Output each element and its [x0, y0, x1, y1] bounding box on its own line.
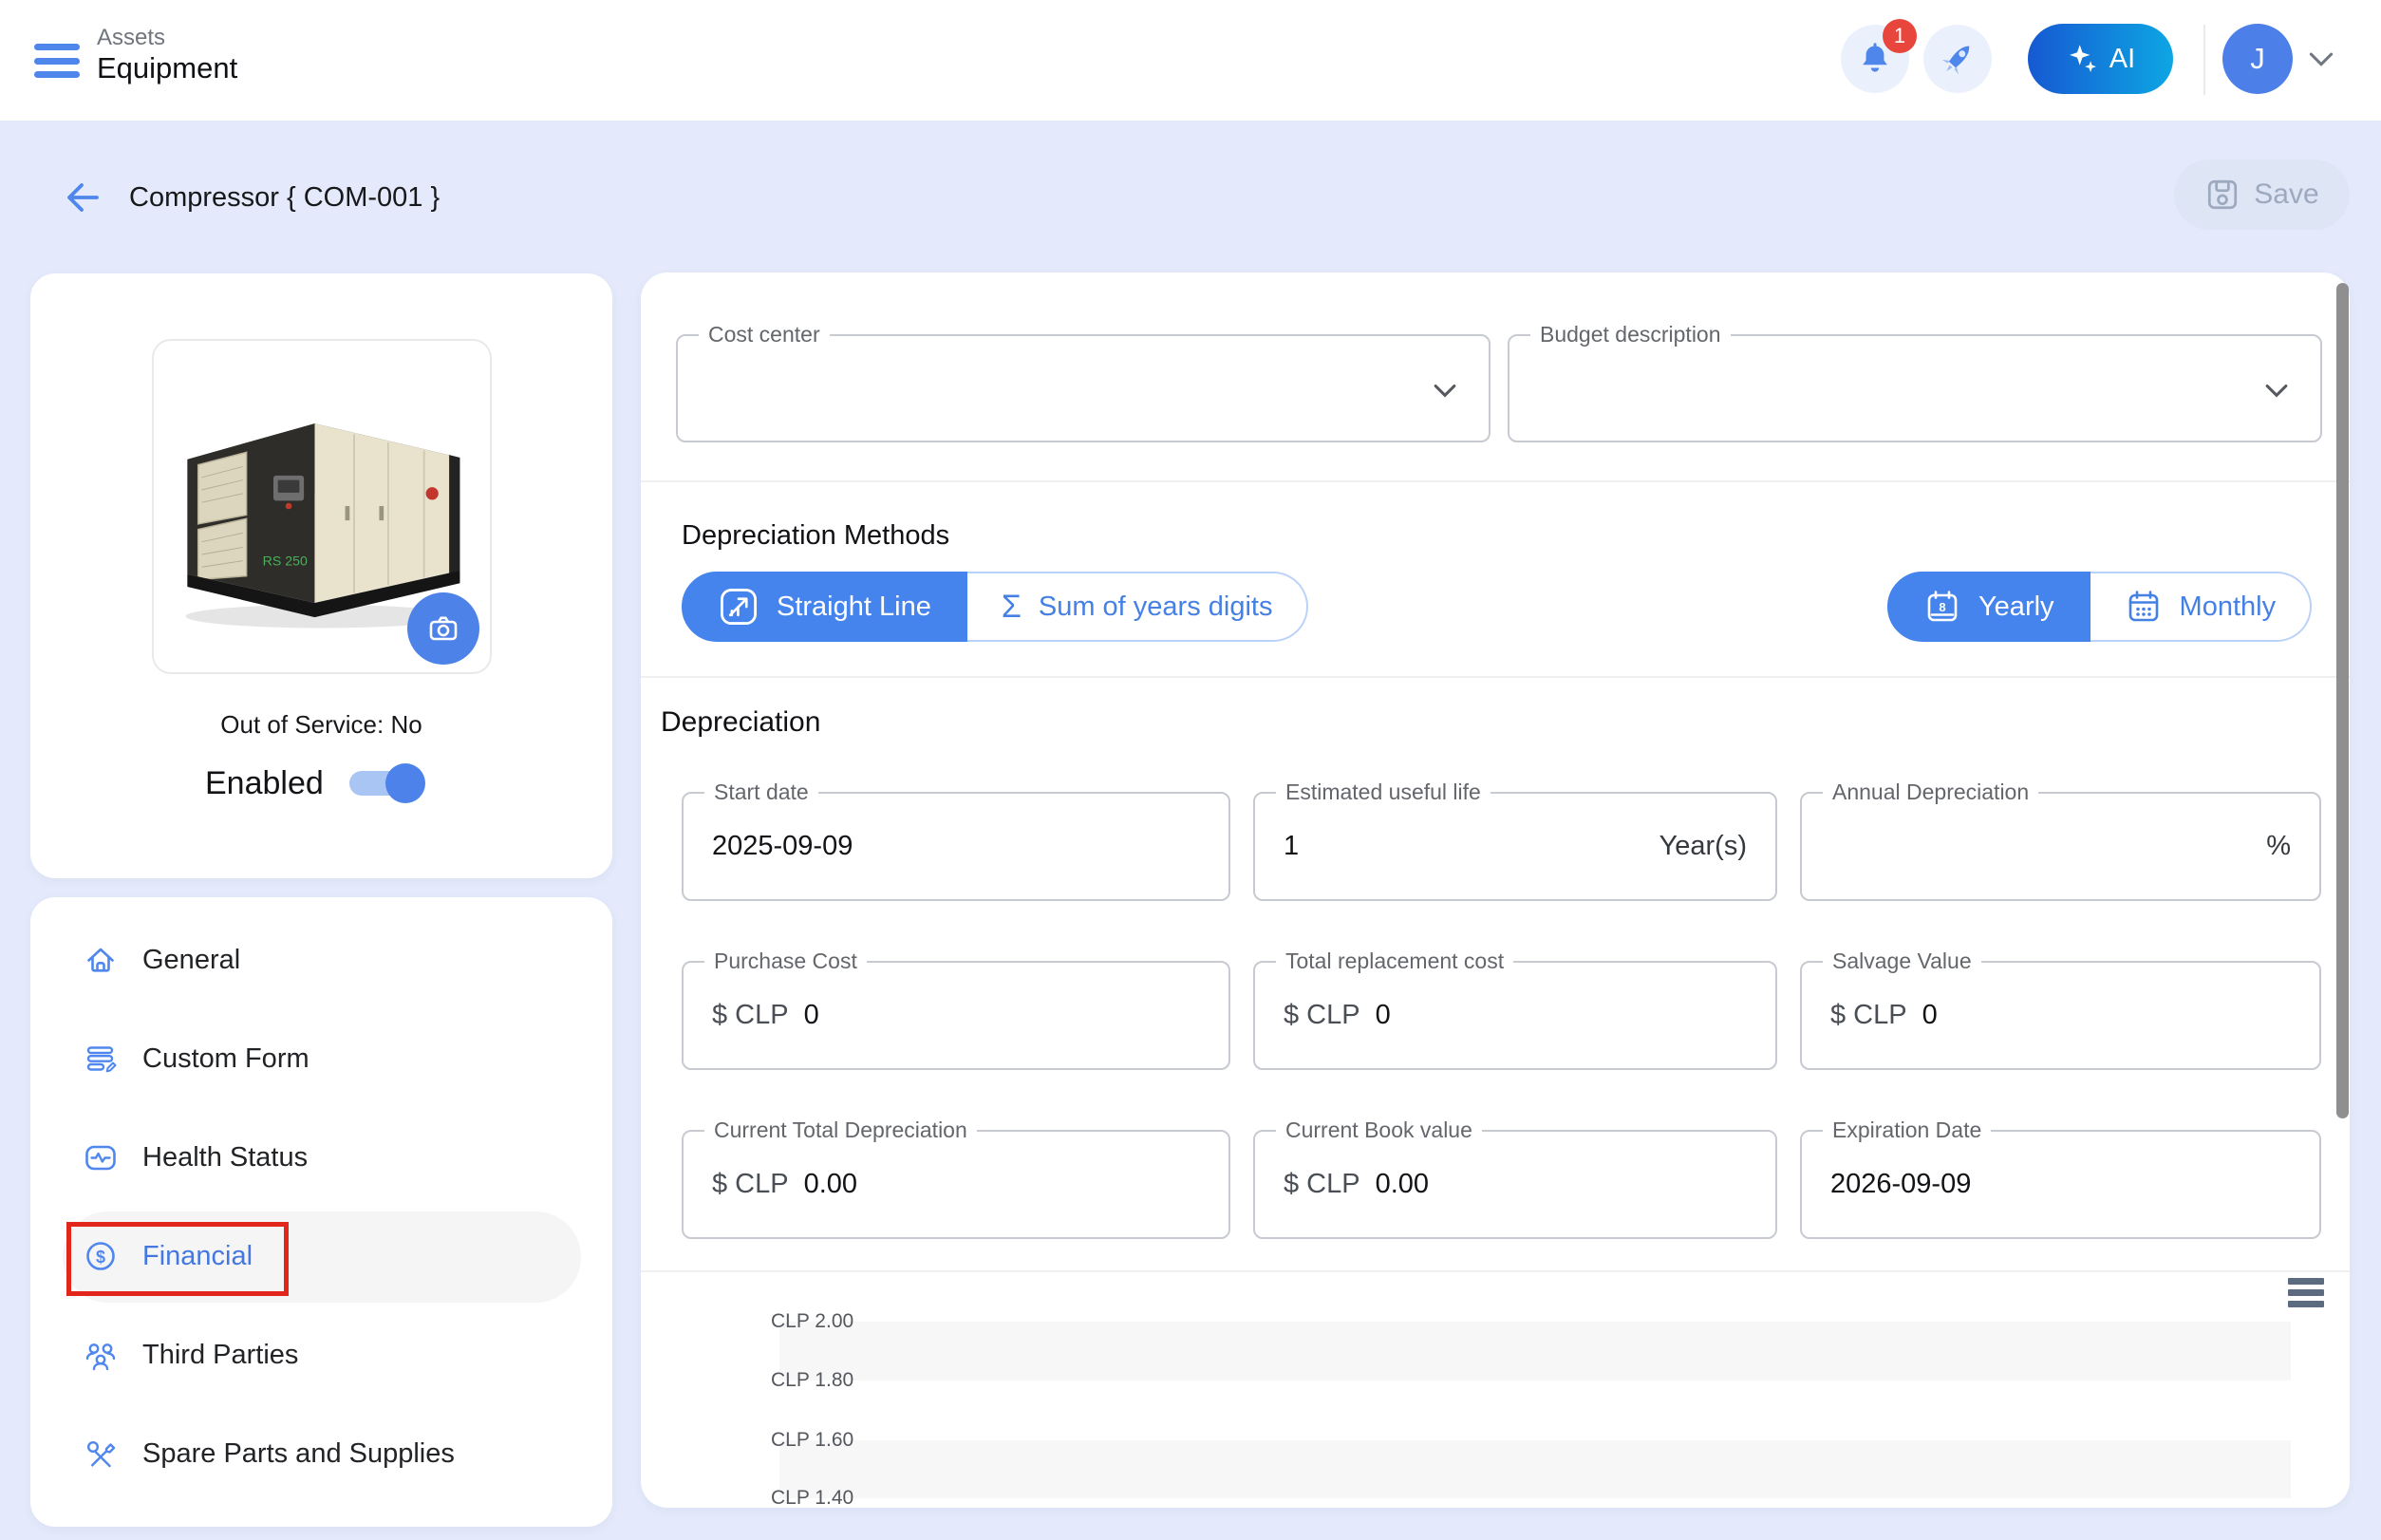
start-date-field[interactable]: Start date 2025-09-09	[682, 792, 1230, 901]
period-monthly[interactable]: Monthly	[2090, 572, 2313, 642]
divider	[641, 480, 2350, 482]
chart-y-tick: CLP 1.80	[771, 1369, 904, 1392]
period-label: Yearly	[1978, 592, 2054, 623]
model-label: RS 250	[263, 554, 308, 569]
depreciation-heading: Depreciation	[661, 706, 820, 739]
divider	[641, 676, 2350, 678]
budget-description-select[interactable]: Budget description	[1508, 334, 2322, 442]
enabled-label: Enabled	[205, 765, 324, 802]
method-sum-of-years[interactable]: Σ Sum of years digits	[967, 572, 1309, 642]
notification-badge: 1	[1883, 19, 1917, 53]
chevron-down-icon[interactable]	[2309, 51, 2334, 68]
sigma-icon: Σ	[1002, 589, 1022, 626]
methods-heading: Depreciation Methods	[682, 520, 949, 552]
calendar-month-icon	[2125, 588, 2163, 626]
change-photo-button[interactable]	[407, 592, 479, 665]
asset-nav-card: General Custom Form Health Status $	[30, 897, 612, 1527]
panel-scrollbar[interactable]	[2336, 283, 2349, 1118]
replacement-cost-field[interactable]: Total replacement cost $ CLP 0	[1253, 961, 1777, 1070]
trend-icon	[718, 586, 759, 628]
nav-item-health-status[interactable]: Health Status	[82, 1136, 308, 1178]
cost-center-select[interactable]: Cost center	[676, 334, 1490, 442]
chart-menu-icon[interactable]	[2288, 1278, 2324, 1307]
menu-icon[interactable]	[34, 44, 80, 78]
divider	[641, 1270, 2350, 1272]
salvage-value-field[interactable]: Salvage Value $ CLP 0	[1800, 961, 2321, 1070]
period-toggle-group: 8 Yearly Monthly	[1887, 572, 2312, 642]
method-toggle-group: Straight Line Σ Sum of years digits	[682, 572, 1308, 642]
nav-item-third-parties[interactable]: Third Parties	[82, 1334, 298, 1376]
top-bar: Assets Equipment 1	[0, 0, 2381, 121]
svg-text:8: 8	[1939, 600, 1945, 614]
method-straight-line[interactable]: Straight Line	[682, 572, 967, 642]
method-label: Sum of years digits	[1039, 592, 1273, 623]
nav-label: Health Status	[142, 1142, 308, 1174]
chevron-down-icon	[1434, 384, 1456, 399]
period-yearly[interactable]: 8 Yearly	[1887, 572, 2090, 642]
nav-item-custom-form[interactable]: Custom Form	[82, 1038, 309, 1080]
chevron-down-icon	[2265, 384, 2288, 399]
save-icon	[2204, 177, 2240, 213]
people-icon	[82, 1336, 120, 1374]
back-arrow-icon[interactable]	[59, 177, 101, 218]
expiration-date-field[interactable]: Expiration Date 2026-09-09	[1800, 1130, 2321, 1239]
enabled-toggle[interactable]	[349, 771, 420, 796]
annual-depreciation-field[interactable]: Annual Depreciation %	[1800, 792, 2321, 901]
method-label: Straight Line	[777, 592, 931, 623]
rocket-icon	[1937, 38, 1978, 80]
page-title: Compressor { COM-001 }	[129, 182, 440, 214]
ai-label: AI	[2109, 44, 2135, 75]
budget-description-label: Budget description	[1530, 322, 1731, 347]
chart-band	[779, 1440, 2291, 1498]
out-of-service-status: Out of Service: No	[30, 710, 612, 740]
save-button[interactable]: Save	[2174, 160, 2350, 230]
useful-life-field[interactable]: Estimated useful life 1 Year(s)	[1253, 792, 1777, 901]
sparkles-icon	[2066, 43, 2098, 75]
home-icon	[82, 941, 120, 979]
current-book-value-field[interactable]: Current Book value $ CLP 0.00	[1253, 1130, 1777, 1239]
form-icon	[82, 1040, 120, 1078]
chart-y-tick: CLP 2.00	[771, 1310, 904, 1333]
nav-item-general[interactable]: General	[82, 939, 240, 981]
calendar-year-icon: 8	[1923, 588, 1961, 626]
purchase-cost-field[interactable]: Purchase Cost $ CLP 0	[682, 961, 1230, 1070]
app-window: Assets Equipment 1	[0, 0, 2381, 1540]
cost-center-label: Cost center	[699, 322, 830, 347]
tools-icon	[82, 1435, 120, 1473]
annotation-red-box	[66, 1222, 289, 1296]
depreciation-form: Start date 2025-09-09 Estimated useful l…	[682, 792, 2321, 1239]
nav-label: Third Parties	[142, 1340, 298, 1371]
asset-image-card: RS 250 Out of Service: No Enabled	[30, 273, 612, 878]
health-icon	[82, 1138, 120, 1176]
nav-label: Custom Form	[142, 1043, 309, 1075]
current-total-depreciation-field[interactable]: Current Total Depreciation $ CLP 0.00	[682, 1130, 1230, 1239]
breadcrumb: Assets	[97, 25, 165, 51]
chart-band	[779, 1322, 2291, 1380]
nav-label: Spare Parts and Supplies	[142, 1438, 455, 1470]
nav-label: General	[142, 945, 240, 976]
camera-icon	[424, 610, 462, 648]
nav-item-spare-parts[interactable]: Spare Parts and Supplies	[82, 1433, 455, 1474]
chart-y-tick: CLP 1.60	[771, 1429, 904, 1452]
page-section-title: Equipment	[97, 51, 237, 85]
save-label: Save	[2254, 178, 2318, 211]
chart-y-tick: CLP 1.40	[771, 1487, 904, 1510]
toggle-knob	[385, 763, 425, 803]
launcher-button[interactable]	[1923, 25, 1992, 93]
ai-assistant-button[interactable]: AI	[2028, 24, 2173, 94]
avatar[interactable]: J	[2222, 24, 2293, 94]
header-divider	[2203, 25, 2205, 95]
period-label: Monthly	[2180, 592, 2277, 623]
